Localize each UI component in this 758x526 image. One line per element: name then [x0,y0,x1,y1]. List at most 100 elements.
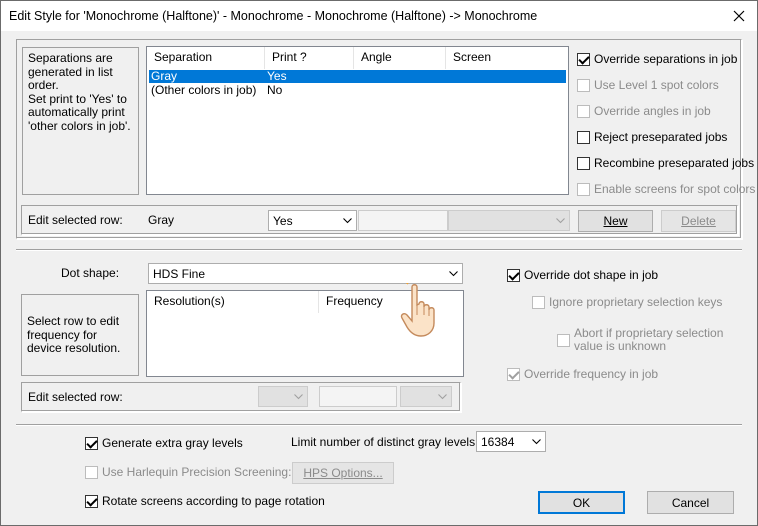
frequency-info-line: device resolution. [27,341,121,355]
angle-field[interactable] [358,210,448,231]
cancel-button[interactable]: Cancel [647,491,734,514]
column-header-angle[interactable]: Angle [354,47,446,69]
gray-levels-select[interactable]: 16384 [476,431,546,452]
column-header-separation[interactable]: Separation [147,47,265,69]
abort-label-line2: value is unknown [574,339,667,353]
section-divider [16,424,742,426]
chevron-down-icon [528,432,545,451]
reject-preseparated-checkbox[interactable]: Reject preseparated jobs [577,130,727,144]
chevron-down-icon [552,211,569,230]
rotate-screens-checkbox[interactable]: Rotate screens according to page rotatio… [85,494,325,508]
checkbox-box [557,333,570,347]
ok-button[interactable]: OK [538,491,625,514]
separations-info-line: 'other colors in job'. [28,118,131,133]
frequency-select[interactable] [400,386,452,407]
delete-button[interactable]: Delete [661,210,736,232]
print-select-value: Yes [273,213,293,228]
window-title: Edit Style for 'Monochrome (Halftone)' -… [9,9,538,23]
hps-options-button[interactable]: HPS Options... [292,462,394,484]
table-row[interactable]: (Other colors in job) No [149,84,566,97]
section-divider [16,249,742,251]
frequency-info-line: frequency for [27,327,98,342]
edit-selected-value: Gray [148,213,175,227]
checkbox-label: Recombine preseparated jobs [594,156,755,170]
checkbox-box [85,436,98,450]
new-button[interactable]: New [578,210,653,232]
chevron-down-icon [290,387,307,406]
cell-separation: Gray [151,69,178,83]
new-button-label: New [603,214,628,228]
frequency-info: Select row to edit frequency for device … [21,294,139,376]
checkbox-box [577,78,590,92]
cell-separation: (Other colors in job) [151,83,257,97]
checkbox-label: Rotate screens according to page rotatio… [102,494,325,508]
screen-select[interactable] [448,210,570,231]
edit-selected-row-label: Edit selected row: [28,390,123,404]
checkbox-box [577,182,590,196]
checkbox-label: Enable screens for spot colors [594,182,756,196]
table-row[interactable]: Gray Yes [149,70,566,83]
edit-selected-row-label: Edit selected row: [28,213,123,227]
separations-info-line: Set print to 'Yes' to [28,91,127,106]
checkbox-label: Reject preseparated jobs [594,130,728,144]
checkbox-box [85,494,98,508]
checkbox-box [507,367,520,381]
use-level1-checkbox[interactable]: Use Level 1 spot colors [577,78,719,92]
separations-list[interactable]: Separation Print ? Angle Screen Gray Yes… [146,46,569,195]
checkbox-box [532,295,545,309]
resolution-select[interactable] [258,386,308,407]
checkbox-label: Override dot shape in job [524,268,659,282]
checkbox-box [85,465,98,479]
override-dot-shape-checkbox[interactable]: Override dot shape in job [507,268,658,282]
checkbox-label: Use Level 1 spot colors [594,78,719,92]
checkbox-label: Override separations in job [594,52,738,66]
close-icon [733,10,745,22]
separations-info-line: automatically print [28,105,125,119]
gray-levels-value: 16384 [481,434,515,449]
checkbox-box [507,268,520,282]
enable-screens-checkbox[interactable]: Enable screens for spot colors [577,182,755,196]
abort-proprietary-checkbox[interactable]: Abort if proprietary selection value is … [557,327,723,353]
chevron-down-icon [434,387,451,406]
checkbox-box [577,104,590,118]
cancel-button-label: Cancel [671,495,710,510]
limit-gray-levels-label: Limit number of distinct gray levels to: [291,435,492,449]
dot-shape-value: HDS Fine [153,266,206,281]
override-separations-checkbox[interactable]: Override separations in job [577,52,737,66]
frequency-info-line: Select row to edit [27,314,120,328]
chevron-down-icon [339,211,356,230]
dot-shape-select[interactable]: HDS Fine [148,263,463,284]
delete-button-label: Delete [681,214,716,228]
dot-shape-label: Dot shape: [61,266,120,280]
separations-info: Separations are generated in list order.… [22,47,139,195]
checkbox-box [577,130,590,144]
checkbox-label: Abort if proprietary selection value is … [574,327,723,353]
ok-button-label: OK [572,495,591,510]
checkbox-label: Use Harlequin Precision Screening: [102,465,292,479]
column-header-screen[interactable]: Screen [446,47,568,69]
checkbox-label: Ignore proprietary selection keys [549,295,723,309]
chevron-down-icon [445,264,462,283]
column-header-resolution[interactable]: Resolution(s) [147,291,319,313]
recombine-preseparated-checkbox[interactable]: Recombine preseparated jobs [577,156,754,170]
ignore-proprietary-checkbox[interactable]: Ignore proprietary selection keys [532,295,722,309]
checkbox-box [577,52,590,66]
override-frequency-checkbox[interactable]: Override frequency in job [507,367,658,381]
close-button[interactable] [721,1,757,31]
checkbox-box [577,156,590,170]
print-select[interactable]: Yes [268,210,357,231]
frequency-field[interactable] [319,386,397,407]
column-header-print[interactable]: Print ? [265,47,354,69]
hps-options-label: HPS Options... [303,466,383,480]
cell-print: No [267,83,283,97]
generate-gray-checkbox[interactable]: Generate extra gray levels [85,436,243,450]
title-bar: Edit Style for 'Monochrome (Halftone)' -… [0,0,758,31]
checkbox-label: Generate extra gray levels [102,436,243,450]
separations-info-line: order. [28,78,59,92]
checkbox-label: Override frequency in job [524,367,659,381]
harlequin-screening-checkbox[interactable]: Use Harlequin Precision Screening: [85,465,291,479]
checkbox-label: Override angles in job [594,104,711,118]
separations-info-line: generated in list [28,64,113,79]
override-angles-checkbox[interactable]: Override angles in job [577,104,711,118]
hand-cursor-icon [400,283,435,337]
